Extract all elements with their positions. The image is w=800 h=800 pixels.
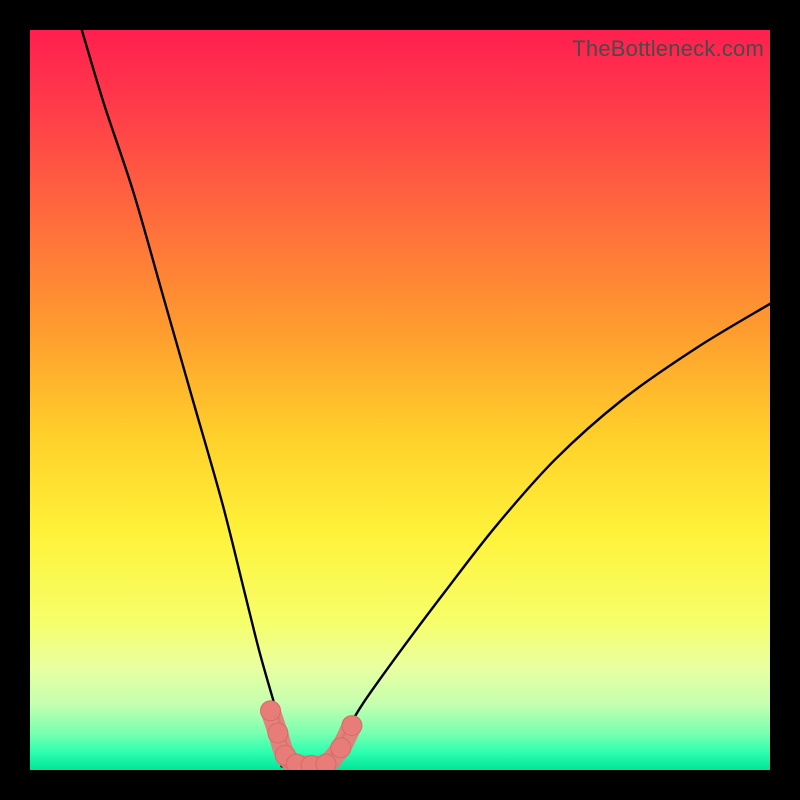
valley-marker (342, 716, 362, 736)
valley-marker (268, 723, 288, 743)
watermark-text: TheBottleneck.com (572, 36, 764, 62)
valley-marker (261, 701, 281, 721)
curve-path (82, 30, 770, 767)
outer-frame: TheBottleneck.com (0, 0, 800, 800)
valley-marker (316, 754, 336, 770)
bottleneck-curve (30, 30, 770, 770)
valley-marker (331, 738, 351, 758)
marker-group (261, 701, 362, 770)
plot-area: TheBottleneck.com (30, 30, 770, 770)
